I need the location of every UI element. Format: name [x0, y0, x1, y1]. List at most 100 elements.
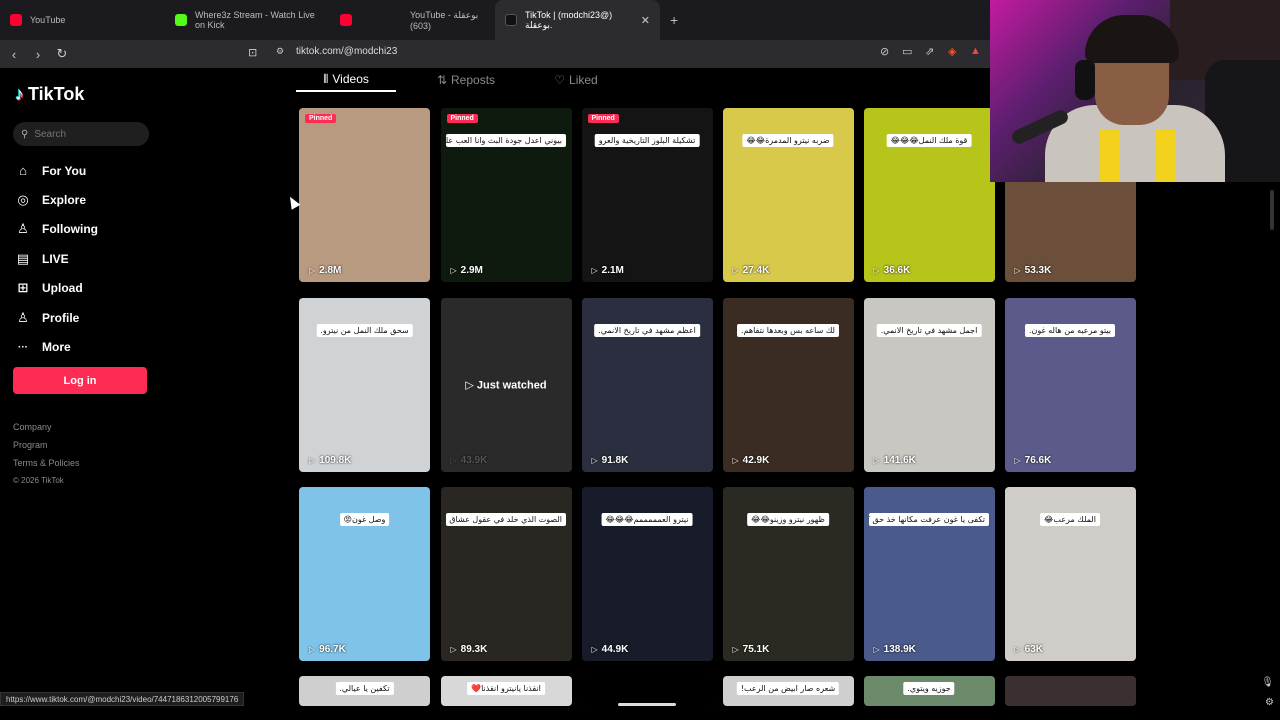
browser-tab-active[interactable]: TikTok | (modchi23@) بوعقلة. ✕ — [495, 0, 660, 40]
sidebar-item-label: Profile — [42, 310, 80, 325]
tab-title: YouTube — [30, 15, 66, 25]
browser-tab-bar: YouTube Where3z Stream - Watch Live on K… — [0, 0, 990, 40]
webcam-overlay — [990, 0, 1280, 182]
video-card[interactable]: قوة ملك النمل😂😂😂 ▷ 36.6K — [863, 108, 995, 282]
tab-title: Where3z Stream - Watch Live on Kick — [195, 10, 315, 30]
video-card[interactable]: لك ساعه بس وبعدها نتفاهم. ▷ 42.9K — [722, 297, 854, 472]
video-card[interactable]: وصل غون😡 ▷ 96.7K — [299, 486, 430, 661]
view-count-value: 53.3K — [1024, 265, 1052, 276]
sidebar-item-following[interactable]: ♙ Following — [16, 215, 98, 244]
new-tab-button[interactable]: + — [660, 12, 688, 28]
video-card[interactable]: اعظم مشهد في تاريخ الانمي. ▷ 91.8K — [581, 297, 713, 472]
sidebar-item-label: Explore — [42, 193, 87, 208]
footer-link-terms[interactable]: Terms & Policies — [13, 458, 80, 476]
compass-icon: ◎ — [17, 192, 29, 208]
video-card[interactable]: تكفين يا عيالي. — [299, 676, 430, 706]
view-count-value: 141.6K — [883, 454, 916, 466]
rewards-icon[interactable]: ▲ — [970, 45, 981, 57]
share-icon[interactable]: ⇗ — [925, 45, 934, 58]
back-icon[interactable]: ‹ — [4, 44, 24, 64]
view-count-value: 96.7K — [319, 643, 346, 655]
sidebar-item-upload[interactable]: ⊞ Upload — [16, 274, 98, 303]
sidebar-item-live[interactable]: ▤ LIVE — [16, 244, 98, 273]
video-card[interactable]: Pinned تشكيلة البلوز التاريخية والعرو ▷ 2.1… — [581, 108, 713, 282]
video-card[interactable] — [581, 676, 713, 706]
upload-icon: ⊞ — [17, 280, 29, 296]
tab-videos[interactable]: ⦀ Videos — [296, 68, 396, 92]
video-card[interactable]: جوزيه ويتوي. — [863, 676, 995, 706]
footer-link-program[interactable]: Program — [13, 440, 80, 458]
video-thumbnail — [299, 108, 430, 282]
view-count: ▷ 109.8K — [309, 455, 351, 466]
video-caption: بيوني اعدل جودة البث وانا العب على كرسي … — [446, 134, 566, 147]
play-icon: ▷ — [450, 455, 457, 465]
video-card[interactable]: ضربه نيترو المدمرة😂😂 ▷ 27.4K — [722, 108, 854, 282]
video-card[interactable]: بيتو مرعبه من هاله غون. ▷ 76.6K — [1004, 297, 1136, 472]
pinned-badge: Pinned — [305, 114, 337, 123]
view-count-value: 63K — [1024, 643, 1044, 655]
forward-icon[interactable]: › — [28, 44, 48, 64]
video-card[interactable]: ظهور نيترو وزينو😂😂 ▷ 75.1K — [722, 486, 854, 661]
sidebar-item-explore[interactable]: ◎ Explore — [16, 185, 98, 214]
view-count: ▷ 27.4K — [733, 265, 770, 276]
reader-icon[interactable]: ▭ — [902, 45, 912, 58]
view-count-value: 109.8K — [319, 454, 352, 466]
play-icon: ▷ — [309, 455, 316, 465]
site-info-icon[interactable]: ⚙ — [276, 46, 284, 57]
view-count-value: 76.6K — [1024, 454, 1052, 466]
video-caption: وصل غون😡 — [339, 512, 390, 526]
page-scrollbar[interactable] — [1270, 190, 1274, 230]
close-tab-icon[interactable]: ✕ — [641, 14, 650, 27]
settings-icon[interactable]: ⚙ — [1265, 697, 1274, 708]
play-icon: ▷ — [450, 266, 457, 275]
tiktok-logo[interactable]: ♪ TikTok — [15, 84, 84, 105]
browser-tab[interactable]: Where3z Stream - Watch Live on Kick — [165, 0, 330, 40]
brave-shield-icon[interactable]: ◈ — [948, 45, 956, 58]
translate-icon[interactable]: ⊘ — [880, 45, 889, 58]
video-caption: جوزيه ويتوي. — [903, 682, 955, 695]
bookmark-icon[interactable]: ⊡ — [248, 46, 257, 59]
view-count-value: 138.9K — [883, 643, 916, 655]
video-card[interactable]: Pinned بيوني اعدل جودة البث وانا العب على… — [440, 108, 572, 282]
video-card[interactable]: نيترو العمممممم😂😂😂 ▷ 44.9K — [581, 486, 713, 661]
login-button[interactable]: Log in — [13, 367, 147, 394]
address-bar: ‹ › ↻ ⊡ tiktok.com/@modchi23 ⚙ ⊘ ▭ ⇗ ◈ ▲ — [0, 40, 990, 68]
video-card[interactable]: شعره صار ابيض من الرعب! — [722, 676, 854, 706]
pinned-badge: Pinned — [446, 114, 478, 123]
video-card[interactable]: الملك مرعب😂 ▷ 63K — [1004, 486, 1136, 661]
video-card[interactable]: ▷ Just watched ▷ 43.9K — [440, 297, 572, 472]
video-card[interactable] — [1004, 676, 1136, 706]
search-box[interactable]: ⚲ — [13, 122, 149, 146]
sidebar-item-for-you[interactable]: ⌂ For You — [16, 156, 98, 185]
video-card[interactable]: سحق ملك النمل من نيترو. ▷ 109.8K — [299, 297, 430, 472]
video-caption: قوة ملك النمل😂😂😂 — [886, 134, 972, 147]
sidebar-nav: ⌂ For You ◎ Explore ♙ Following ▤ LIVE ⊞… — [16, 156, 98, 362]
sidebar-item-label: Upload — [42, 281, 83, 296]
grid-icon: ⦀ — [323, 71, 329, 86]
view-count: ▷ 2.1M — [592, 265, 624, 276]
video-card[interactable]: تكفى يا غون عرفت مكانها خذ حق كايتو. ▷138… — [863, 486, 995, 661]
reload-icon[interactable]: ↻ — [52, 44, 72, 64]
url-field[interactable]: tiktok.com/@modchi23 — [296, 46, 397, 57]
footer-link-company[interactable]: Company — [13, 422, 80, 440]
tab-liked[interactable]: ♡ Liked — [526, 68, 626, 92]
streamer-hair — [1085, 15, 1179, 63]
video-caption: ضربه نيترو المدمرة😂😂 — [742, 134, 834, 147]
view-count: ▷ 36.6K — [874, 265, 911, 276]
sidebar-item-profile[interactable]: ♙ Profile — [16, 303, 98, 332]
hoodie-stripe — [1100, 130, 1120, 182]
browser-tab[interactable]: YouTube — [0, 0, 165, 40]
search-input[interactable] — [34, 128, 135, 140]
video-card[interactable]: Pinned ▷ 2.8M — [299, 108, 430, 282]
play-icon: ▷ — [591, 644, 598, 654]
play-icon: ▷ — [309, 266, 316, 275]
video-card[interactable]: الصوت الذي خلد في عقول عشاق الانمي😂😂 ▷89.… — [440, 486, 572, 661]
view-count: ▷ 2.8M — [309, 265, 341, 276]
microphone-icon[interactable]: 🎙 — [1261, 677, 1274, 688]
tab-label: Videos — [332, 72, 369, 86]
browser-tab[interactable]: YouTube - بوعقلة (603) — [330, 0, 495, 40]
sidebar-item-more[interactable]: ··· More — [16, 332, 98, 361]
video-card[interactable]: انقذنا يانيترو انقذنا❤️ — [440, 676, 572, 706]
tab-reposts[interactable]: ⇅ Reposts — [416, 68, 516, 92]
video-card[interactable]: اجمل مشهد في تاريخ الانمي. ▷ 141.6K — [863, 297, 995, 472]
